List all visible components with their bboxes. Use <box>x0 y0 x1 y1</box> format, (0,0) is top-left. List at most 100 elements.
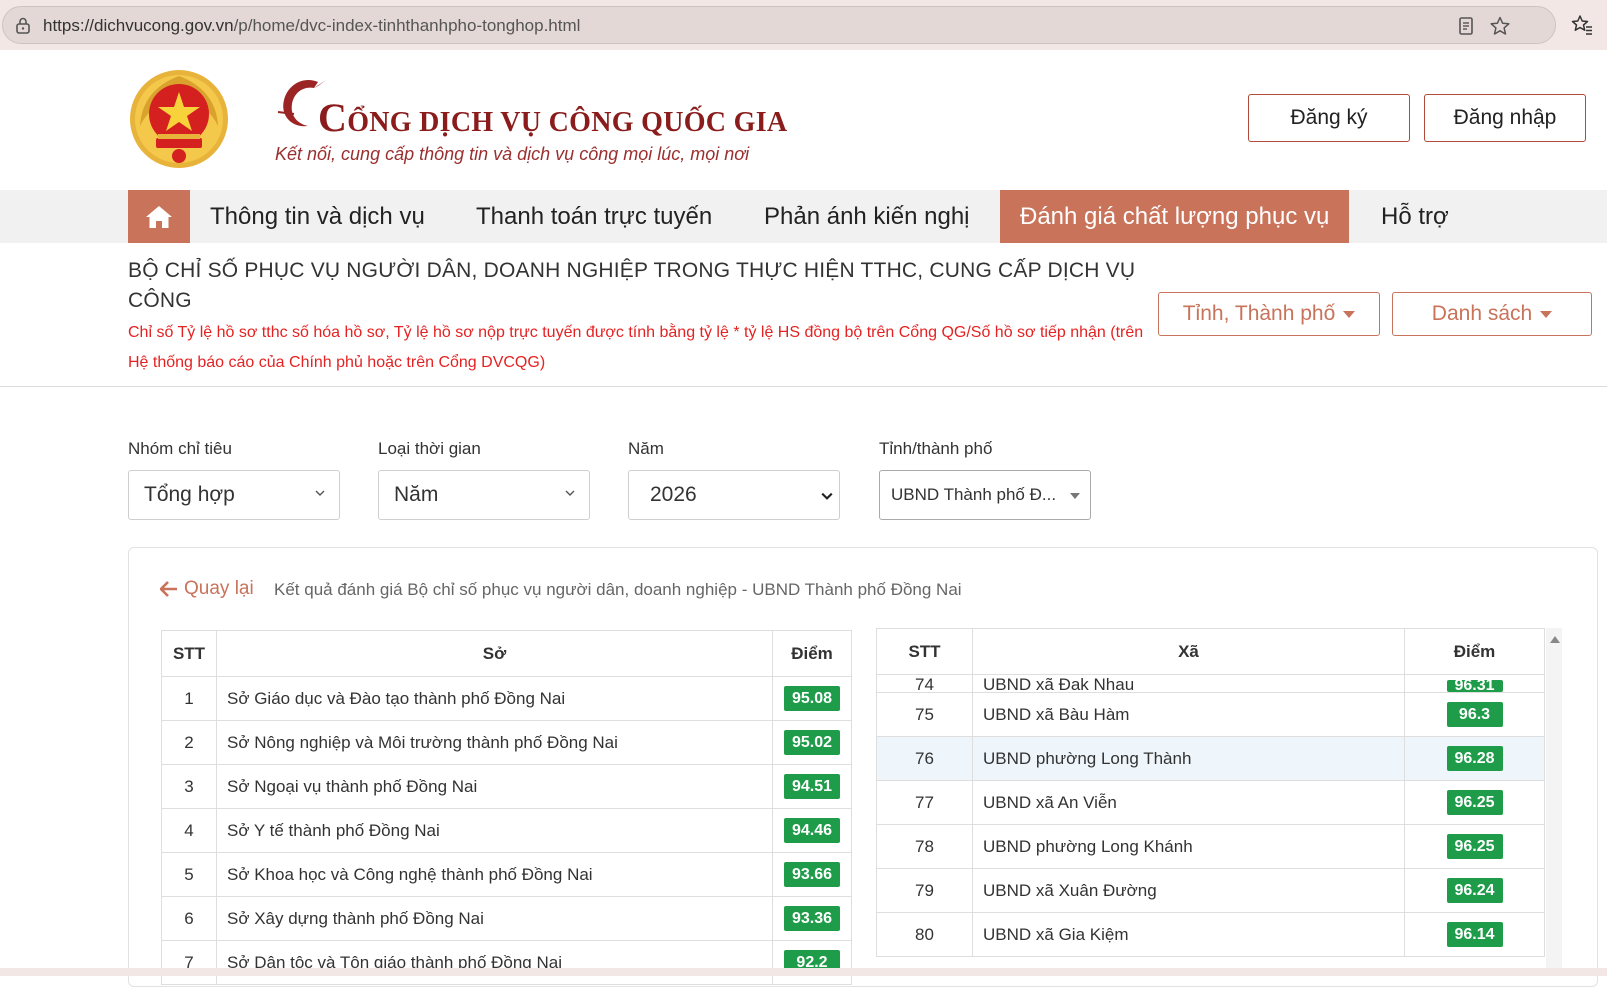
row-commune-name[interactable]: UBND xã An Viễn <box>972 780 1405 825</box>
row-department-name[interactable]: Sở Dân tộc và Tôn giáo thành phố Đồng Na… <box>216 940 773 985</box>
scroll-up-arrow-icon[interactable] <box>1550 636 1560 643</box>
row-stt: 76 <box>876 736 973 781</box>
filter-time-type-label: Loại thời gian <box>378 439 481 458</box>
table-row[interactable]: 1 Sở Giáo dục và Đào tạo thành phố Đồng … <box>161 676 852 721</box>
filter-group-select[interactable]: Tổng hợp <box>128 470 340 520</box>
row-score-cell: 95.02 <box>772 720 852 765</box>
table-header-row: STT Xã Điểm <box>876 628 1545 675</box>
row-score-cell: 92.2 <box>772 940 852 985</box>
row-commune-name[interactable]: UBND xã Bàu Hàm <box>972 692 1405 737</box>
back-link[interactable]: Quay lại <box>160 578 254 600</box>
row-department-name[interactable]: Sở Xây dựng thành phố Đồng Nai <box>216 896 773 941</box>
row-department-name[interactable]: Sở Ngoại vụ thành phố Đồng Nai <box>216 764 773 809</box>
row-commune-name[interactable]: UBND xã Xuân Đường <box>972 868 1405 913</box>
nav-item-support[interactable]: Hỗ trợ <box>1381 190 1449 243</box>
site-info-icon[interactable] <box>14 16 32 34</box>
reader-view-icon[interactable] <box>1455 15 1477 37</box>
favorites-icon[interactable] <box>1570 13 1594 37</box>
row-score-cell: 93.36 <box>772 896 852 941</box>
portal-title-rest: ỔNG DỊCH VỤ CÔNG QUỐC GIA <box>347 107 788 138</box>
table-row[interactable]: 80 UBND xã Gia Kiệm 96.14 <box>876 912 1545 957</box>
departments-table: STT Sở Điểm 1 Sở Giáo dục và Đào tạo thà… <box>161 630 852 985</box>
table-row[interactable]: 6 Sở Xây dựng thành phố Đồng Nai 93.36 <box>161 896 852 941</box>
national-emblem-icon[interactable] <box>128 68 230 170</box>
url-host: https://dichvucong.gov.vn <box>43 16 234 35</box>
star-bookmark-icon[interactable] <box>1489 15 1511 37</box>
row-stt: 5 <box>161 852 217 897</box>
row-score-cell: 95.08 <box>772 676 852 721</box>
column-header-stt[interactable]: STT <box>876 628 973 675</box>
login-button[interactable]: Đăng nhập <box>1424 94 1586 142</box>
nav-item-online-payment[interactable]: Thanh toán trực tuyến <box>476 190 712 243</box>
table-row[interactable]: 7 Sở Dân tộc và Tôn giáo thành phố Đồng … <box>161 940 852 985</box>
row-score-cell: 94.51 <box>772 764 852 809</box>
filter-province-select[interactable]: UBND Thành phố Đ... <box>879 470 1091 520</box>
page-title: BỘ CHỈ SỐ PHỤC VỤ NGƯỜI DÂN, DOANH NGHIỆ… <box>128 259 1136 312</box>
portal-slogan: Kết nối, cung cấp thông tin và dịch vụ c… <box>275 144 750 164</box>
filter-year-label: Năm <box>628 439 664 458</box>
province-dropdown-label: Tỉnh, Thành phố <box>1182 302 1336 325</box>
table-row[interactable]: 78 UBND phường Long Khánh 96.25 <box>876 824 1545 869</box>
score-badge: 94.46 <box>784 818 840 843</box>
address-bar[interactable]: https://dichvucong.gov.vn/p/home/dvc-ind… <box>2 6 1556 44</box>
column-header-score[interactable]: Điểm <box>772 630 852 677</box>
register-button[interactable]: Đăng ký <box>1248 94 1410 142</box>
nav-item-info-services[interactable]: Thông tin và dịch vụ <box>210 190 425 243</box>
filter-province-value: UBND Thành phố Đ... <box>891 485 1057 504</box>
table-row[interactable]: 75 UBND xã Bàu Hàm 96.3 <box>876 692 1545 737</box>
filter-group-label: Nhóm chỉ tiêu <box>128 439 232 458</box>
row-department-name[interactable]: Sở Khoa học và Công nghệ thành phố Đồng … <box>216 852 773 897</box>
browser-toolbar: https://dichvucong.gov.vn/p/home/dvc-ind… <box>0 0 1607 50</box>
row-commune-name[interactable]: UBND phường Long Khánh <box>972 824 1405 869</box>
table-row[interactable]: 79 UBND xã Xuân Đường 96.24 <box>876 868 1545 913</box>
row-stt: 4 <box>161 808 217 853</box>
row-stt: 1 <box>161 676 217 721</box>
column-header-department[interactable]: Sở <box>216 630 773 677</box>
results-caption: Kết quả đánh giá Bộ chỉ số phục vụ người… <box>274 580 962 599</box>
row-stt: 3 <box>161 764 217 809</box>
province-dropdown-button[interactable]: Tỉnh, Thành phố <box>1158 292 1380 336</box>
table-row-highlighted[interactable]: 76 UBND phường Long Thành 96.28 <box>876 736 1545 781</box>
chevron-down-icon <box>315 490 325 496</box>
nav-item-service-quality[interactable]: Đánh giá chất lượng phục vụ <box>1000 190 1350 243</box>
table-row[interactable]: 77 UBND xã An Viễn 96.25 <box>876 780 1545 825</box>
row-score-cell: 93.66 <box>772 852 852 897</box>
score-badge: 95.02 <box>784 730 840 755</box>
row-commune-name[interactable]: UBND phường Long Thành <box>972 736 1405 781</box>
list-dropdown-button[interactable]: Danh sách <box>1392 292 1592 336</box>
communes-table-scroll[interactable]: STT Xã Điểm 74 UBND xã Đak Nhau 96.31 75… <box>876 628 1564 976</box>
row-score-cell: 96.31 <box>1404 674 1545 693</box>
row-score-cell: 96.25 <box>1404 780 1545 825</box>
row-department-name[interactable]: Sở Nông nghiệp và Môi trường thành phố Đ… <box>216 720 773 765</box>
row-stt: 77 <box>876 780 973 825</box>
caret-down-icon <box>1540 310 1553 318</box>
table-header-row: STT Sở Điểm <box>161 630 852 677</box>
index-note: Chỉ số Tỷ lệ hồ sơ tthc số hóa hồ sơ, Tỷ… <box>128 324 1144 371</box>
column-header-score[interactable]: Điểm <box>1404 628 1545 675</box>
row-department-name[interactable]: Sở Giáo dục và Đào tạo thành phố Đồng Na… <box>216 676 773 721</box>
home-icon <box>146 205 172 228</box>
table-row[interactable]: 74 UBND xã Đak Nhau 96.31 <box>876 674 1545 693</box>
row-stt: 6 <box>161 896 217 941</box>
filter-year-select[interactable]: 2026 <box>628 470 840 520</box>
score-badge: 93.36 <box>784 906 840 931</box>
table-row[interactable]: 3 Sở Ngoại vụ thành phố Đồng Nai 94.51 <box>161 764 852 809</box>
row-score-cell: 96.28 <box>1404 736 1545 781</box>
table-row[interactable]: 2 Sở Nông nghiệp và Môi trường thành phố… <box>161 720 852 765</box>
row-commune-name[interactable]: UBND xã Đak Nhau <box>972 674 1405 693</box>
filter-time-type-select[interactable]: Năm <box>378 470 590 520</box>
score-badge: 95.08 <box>784 686 840 711</box>
table-scrollbar[interactable] <box>1546 628 1562 976</box>
nav-home-button[interactable] <box>128 190 190 243</box>
table-row[interactable]: 5 Sở Khoa học và Công nghệ thành phố Đồn… <box>161 852 852 897</box>
table-row[interactable]: 4 Sở Y tế thành phố Đồng Nai 94.46 <box>161 808 852 853</box>
back-link-label: Quay lại <box>184 578 254 599</box>
column-header-commune[interactable]: Xã <box>972 628 1405 675</box>
column-header-stt[interactable]: STT <box>161 630 217 677</box>
row-commune-name[interactable]: UBND xã Gia Kiệm <box>972 912 1405 957</box>
nav-item-feedback[interactable]: Phản ánh kiến nghị <box>764 190 970 243</box>
row-stt: 79 <box>876 868 973 913</box>
row-department-name[interactable]: Sở Y tế thành phố Đồng Nai <box>216 808 773 853</box>
portal-title[interactable]: CỔNG DỊCH VỤ CÔNG QUỐC GIA <box>318 94 787 141</box>
row-score-cell: 96.24 <box>1404 868 1545 913</box>
